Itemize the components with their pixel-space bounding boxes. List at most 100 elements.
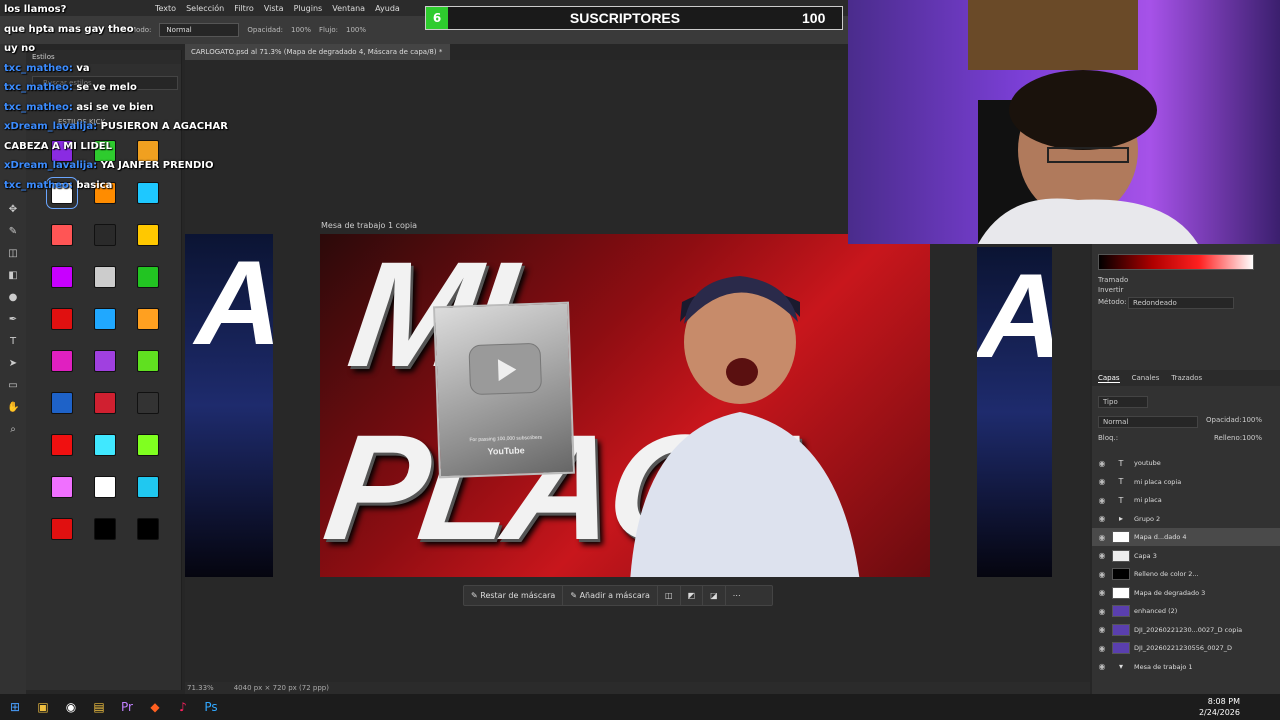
style-swatch[interactable] <box>50 434 73 456</box>
style-swatch[interactable] <box>93 518 116 540</box>
layer-filter-select[interactable]: Tipo <box>1098 396 1148 408</box>
style-swatch[interactable] <box>136 518 159 540</box>
hand-tool-icon[interactable]: ✋ <box>7 402 19 414</box>
menu-plugins[interactable]: Plugins <box>289 4 328 13</box>
zoom-tool-icon[interactable]: ⌕ <box>7 424 19 436</box>
visibility-eye-icon[interactable]: ◉ <box>1096 551 1108 560</box>
tiktok-icon[interactable]: ♪ <box>172 696 194 718</box>
eraser-tool-icon[interactable]: ◫ <box>7 248 19 260</box>
style-swatch[interactable] <box>50 224 73 246</box>
style-swatch[interactable] <box>136 266 159 288</box>
menu-vista[interactable]: Vista <box>259 4 289 13</box>
invert-checkbox[interactable]: Invertir <box>1098 286 1123 294</box>
method-select[interactable]: Redondeado <box>1128 297 1234 309</box>
menu-ventana[interactable]: Ventana <box>327 4 370 13</box>
zoom-level[interactable]: 71.33% <box>187 684 214 692</box>
artboard-label[interactable]: Mesa de trabajo 1 copia <box>321 221 417 230</box>
artboard-left[interactable]: A <box>185 234 273 577</box>
more-options-icon[interactable]: ⋯ <box>726 586 748 605</box>
style-swatch[interactable] <box>50 392 73 414</box>
layer-row[interactable]: ◉ Mapa de degradado 3 <box>1092 584 1280 602</box>
select-tool-icon[interactable]: ➤ <box>7 358 19 370</box>
visibility-eye-icon[interactable]: ◉ <box>1096 625 1108 634</box>
folder-icon[interactable]: ▤ <box>88 696 110 718</box>
visibility-eye-icon[interactable]: ◉ <box>1096 570 1108 579</box>
artboard-main[interactable]: MI PLACA For passing 100,000 subscribers… <box>320 234 930 577</box>
invert-mask-icon[interactable]: ◩ <box>681 586 704 605</box>
visibility-eye-icon[interactable]: ◉ <box>1096 588 1108 597</box>
chat-message: txc_matheo: asi se ve bien <box>4 98 244 118</box>
layer-row[interactable]: ◉ Tmi placa copia <box>1092 473 1280 491</box>
layer-row[interactable]: ◉ DJI_20260221230...0027_D copia <box>1092 621 1280 639</box>
brave-icon[interactable]: ◆ <box>144 696 166 718</box>
visibility-eye-icon[interactable]: ◉ <box>1096 459 1108 468</box>
visibility-eye-icon[interactable]: ◉ <box>1096 644 1108 653</box>
add-mask-button[interactable]: ✎ Añadir a máscara <box>563 586 658 605</box>
reset-mask-button[interactable]: ✎ Restar de máscara <box>464 586 564 605</box>
system-clock[interactable]: 8:08 PM 2/24/2026 <box>1199 696 1240 718</box>
gradient-preview[interactable] <box>1098 254 1254 270</box>
visibility-eye-icon[interactable]: ◉ <box>1096 533 1108 542</box>
visibility-eye-icon[interactable]: ◉ <box>1096 477 1108 486</box>
method-label: Método: <box>1098 298 1127 306</box>
style-swatch[interactable] <box>136 476 159 498</box>
layer-row[interactable]: ◉ ▸ Grupo 2 <box>1092 510 1280 528</box>
visibility-eye-icon[interactable]: ◉ <box>1096 496 1108 505</box>
style-swatch[interactable] <box>93 350 116 372</box>
style-swatch[interactable] <box>93 476 116 498</box>
photoshop-icon[interactable]: Ps <box>200 696 222 718</box>
fill-mask-icon[interactable]: ◪ <box>703 586 726 605</box>
bucket-tool-icon[interactable]: ◧ <box>7 270 19 282</box>
visibility-eye-icon[interactable]: ◉ <box>1096 662 1108 671</box>
layer-row[interactable]: ◉ ▾ Mesa de trabajo 1 <box>1092 658 1280 676</box>
chat-message: que hpta mas gay theo <box>4 20 244 40</box>
layer-opacity-value[interactable]: 100% <box>1242 416 1262 424</box>
layer-row[interactable]: ◉ Capa 3 <box>1092 547 1280 565</box>
layer-row[interactable]: ◉ Relleno de color 2... <box>1092 565 1280 583</box>
style-swatch[interactable] <box>136 308 159 330</box>
flow-value[interactable]: 100% <box>346 26 366 34</box>
file-explorer-icon[interactable]: ▣ <box>32 696 54 718</box>
style-swatch[interactable] <box>93 434 116 456</box>
artboard-right[interactable]: A <box>977 247 1052 577</box>
style-swatch[interactable] <box>136 224 159 246</box>
tab-layers[interactable]: Capas <box>1098 374 1120 383</box>
dither-checkbox[interactable]: Tramado <box>1098 276 1128 284</box>
dodge-tool-icon[interactable]: ● <box>7 292 19 304</box>
pen-tool-icon[interactable]: ✒ <box>7 314 19 326</box>
blend-mode-select[interactable]: Normal <box>1098 416 1198 428</box>
tab-channels[interactable]: Canales <box>1132 374 1160 382</box>
brush-tool-icon[interactable]: ✎ <box>7 226 19 238</box>
style-swatch[interactable] <box>50 476 73 498</box>
menu-ayuda[interactable]: Ayuda <box>370 4 405 13</box>
style-swatch[interactable] <box>93 266 116 288</box>
plaque-caption: For passing 100,000 subscribers <box>469 434 543 444</box>
layer-row[interactable]: ◉ DJI_20260221230556_0027_D <box>1092 639 1280 657</box>
opacity-value[interactable]: 100% <box>291 26 311 34</box>
style-swatch[interactable] <box>136 350 159 372</box>
style-swatch[interactable] <box>93 308 116 330</box>
premiere-icon[interactable]: Pr <box>116 696 138 718</box>
layer-row[interactable]: ◉ Mapa d...dado 4 <box>1092 528 1280 546</box>
obs-icon[interactable]: ◉ <box>60 696 82 718</box>
visibility-eye-icon[interactable]: ◉ <box>1096 514 1108 523</box>
fill-value[interactable]: 100% <box>1242 434 1262 442</box>
layer-row[interactable]: ◉ Tmi placa <box>1092 491 1280 509</box>
layer-row[interactable]: ◉ Tyoutube <box>1092 454 1280 472</box>
style-swatch[interactable] <box>136 392 159 414</box>
shape-tool-icon[interactable]: ▭ <box>7 380 19 392</box>
visibility-eye-icon[interactable]: ◉ <box>1096 607 1108 616</box>
style-swatch[interactable] <box>50 518 73 540</box>
windows-start-icon[interactable]: ⊞ <box>4 696 26 718</box>
style-swatch[interactable] <box>50 308 73 330</box>
style-swatch[interactable] <box>50 350 73 372</box>
style-swatch[interactable] <box>93 392 116 414</box>
style-swatch[interactable] <box>93 224 116 246</box>
style-swatch[interactable] <box>50 266 73 288</box>
tab-paths[interactable]: Trazados <box>1171 374 1202 382</box>
mask-option-icon[interactable]: ◫ <box>658 586 681 605</box>
layer-row[interactable]: ◉ enhanced (2) <box>1092 602 1280 620</box>
type-tool-icon[interactable]: T <box>7 336 19 348</box>
layer-thumbnail <box>1112 642 1130 654</box>
style-swatch[interactable] <box>136 434 159 456</box>
